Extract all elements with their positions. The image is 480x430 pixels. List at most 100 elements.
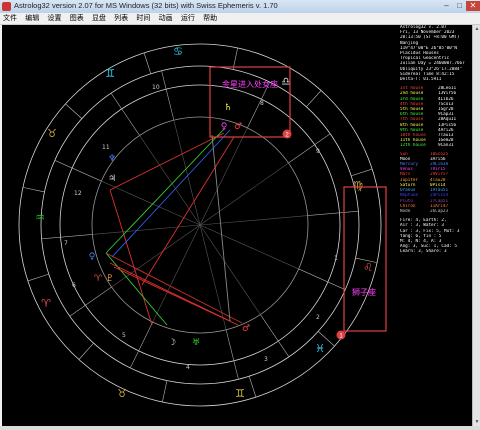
taurus-sign-icon: ♉: [47, 127, 57, 140]
sign-divider: [351, 168, 373, 177]
sign-divider: [162, 380, 168, 403]
house-cusp-line: [54, 160, 102, 182]
menu-settings[interactable]: 设置: [44, 13, 64, 24]
sun-icon: ♂: [242, 324, 250, 334]
menu-list[interactable]: 列表: [111, 13, 131, 24]
planet-position: 26Cap23: [430, 208, 449, 214]
house-cusp-line: [161, 70, 175, 121]
vertical-scrollbar[interactable]: ▲ ▼: [472, 25, 480, 426]
menu-help[interactable]: 帮助: [200, 13, 220, 24]
element-summary: Fire: 4, Earth: 2, Air : 3, Water: 3 Car :…: [400, 218, 472, 254]
menu-bar: 文件 编辑 设置 图表 显盘 列表 时间 动画 运行 帮助: [0, 13, 480, 25]
house-number-1: 1: [334, 255, 338, 262]
menu-display[interactable]: 显盘: [89, 13, 109, 24]
pisces-sign-icon: ♓: [315, 342, 325, 355]
sign-divider: [306, 90, 322, 108]
aspect-line: [113, 266, 239, 326]
house-cusp-line: [41, 234, 93, 240]
house-position: 9Can31: [438, 143, 454, 149]
house-axis-line: [199, 162, 289, 226]
cancer-sign-icon: ♋: [173, 45, 183, 58]
sign-divider: [78, 342, 94, 360]
house-axis-line: [199, 215, 308, 226]
sign-divider: [27, 273, 49, 282]
sign-divider: [143, 52, 152, 74]
aries-sign-icon: ♈: [41, 297, 51, 310]
chart-wheel-area[interactable]: 10 11 12 1 2 3 4 5 6 7 8 9 ♋ ♊ ♉ ♒ ♈ ♉ ♊…: [2, 25, 400, 426]
menu-time[interactable]: 时间: [133, 13, 153, 24]
house-cusp-line: [307, 210, 359, 216]
house-axis-line: [92, 224, 201, 235]
chart-info-panel: Astrolog32 v. 2.07 Fri, 13 November 2023 2…: [400, 25, 472, 426]
title-bar: Astrolog32 version 2.07 for MS Windows (…: [0, 0, 480, 14]
scroll-up-icon[interactable]: ▲: [473, 25, 480, 33]
venus-icon: ♀: [221, 122, 228, 132]
house-cusp-line: [130, 321, 153, 369]
window-title: Astrolog32 version 2.07 for MS Windows (…: [14, 1, 278, 10]
house-cusp-line: [260, 314, 290, 357]
maximize-button[interactable]: □: [453, 1, 466, 11]
mars-icon: ♂: [234, 122, 242, 132]
sign-divider: [248, 376, 257, 398]
leo-sign-icon: ♌: [363, 261, 373, 274]
sign-divider: [65, 103, 83, 119]
aspect-line: [211, 134, 231, 322]
house-number-9: 9: [316, 148, 320, 155]
summary-line: Learn: 3, Share: 3: [400, 249, 447, 255]
gemini-sign-icon: ♊: [105, 67, 115, 80]
info-header: Astrolog32 v. 2.07 Fri, 13 November 2023 2…: [400, 25, 472, 82]
house-axis-line: [199, 127, 248, 226]
virgo-sign-icon: ♍: [353, 179, 363, 192]
house-number-4: 4: [186, 364, 190, 371]
menu-edit[interactable]: 编辑: [22, 13, 42, 24]
astro-wheel: 10 11 12 1 2 3 4 5 6 7 8 9 ♋ ♊ ♉ ♒ ♈ ♉ ♊…: [18, 43, 387, 407]
sign-divider: [232, 47, 238, 70]
house-name: 12th house: [400, 143, 426, 149]
house-number-6: 6: [72, 282, 76, 289]
house-axis-line: [152, 224, 201, 323]
taurus-lower-icon: ♉: [117, 387, 127, 400]
planet-position-list: Sun 10Sco25 Moon 3Ari56 Mercury 29Lib38 Venus 7…: [400, 152, 472, 214]
house-number-5: 5: [122, 332, 126, 339]
menu-chart[interactable]: 图表: [67, 13, 87, 24]
mercury-icon: ♀: [89, 252, 96, 262]
aspect-line: [105, 252, 168, 326]
house-cusp-line: [110, 93, 140, 136]
house-number-12: 12: [74, 190, 82, 197]
close-button[interactable]: ✕: [466, 1, 480, 11]
aspect-line: [109, 132, 225, 191]
house-number-10: 10: [152, 84, 160, 91]
chiron-icon: ♈: [94, 274, 103, 284]
house-number-7: 7: [64, 240, 68, 247]
menu-run[interactable]: 运行: [178, 13, 198, 24]
sign-divider: [22, 187, 45, 193]
house-number-8: 8: [260, 100, 264, 107]
annotation-venus-enters-virgo: 金星进入处女座: [222, 79, 278, 89]
aquarius-sign-icon: ♒: [35, 211, 45, 224]
info-header-line: Julian Day = 2460007.7667: [400, 61, 465, 67]
house-axis-line: [173, 120, 201, 226]
uranus-icon: ♅: [192, 338, 200, 348]
house-cusp-line: [225, 329, 239, 380]
saturn-icon: ♄: [224, 103, 232, 113]
menu-animate[interactable]: 动画: [156, 13, 176, 24]
aspect-line: [105, 252, 243, 324]
menu-file[interactable]: 文件: [0, 13, 20, 24]
jupiter-icon: ♃: [108, 174, 116, 184]
house-number-3: 3: [264, 356, 268, 363]
minimize-button[interactable]: –: [440, 1, 453, 11]
gemini-lower-icon: ♊: [235, 387, 245, 400]
planet-name: Node: [400, 208, 411, 214]
house-number-2: 2: [316, 314, 320, 321]
app-icon: [2, 2, 11, 11]
moon-icon: ☽: [168, 338, 176, 348]
scroll-down-icon[interactable]: ▼: [473, 418, 480, 426]
house-number-11: 11: [102, 144, 110, 151]
pluto-icon: ♇: [106, 274, 114, 284]
annotation-leo: 狮子座: [352, 287, 376, 297]
house-axis-line: [111, 224, 201, 288]
aspect-line: [109, 189, 153, 326]
status-bar: [0, 426, 480, 430]
house-cusp-list: 1st house 28Leo11 2nd house 13Vir56 3rd hous…: [400, 86, 472, 148]
aspect-line: [109, 262, 231, 322]
